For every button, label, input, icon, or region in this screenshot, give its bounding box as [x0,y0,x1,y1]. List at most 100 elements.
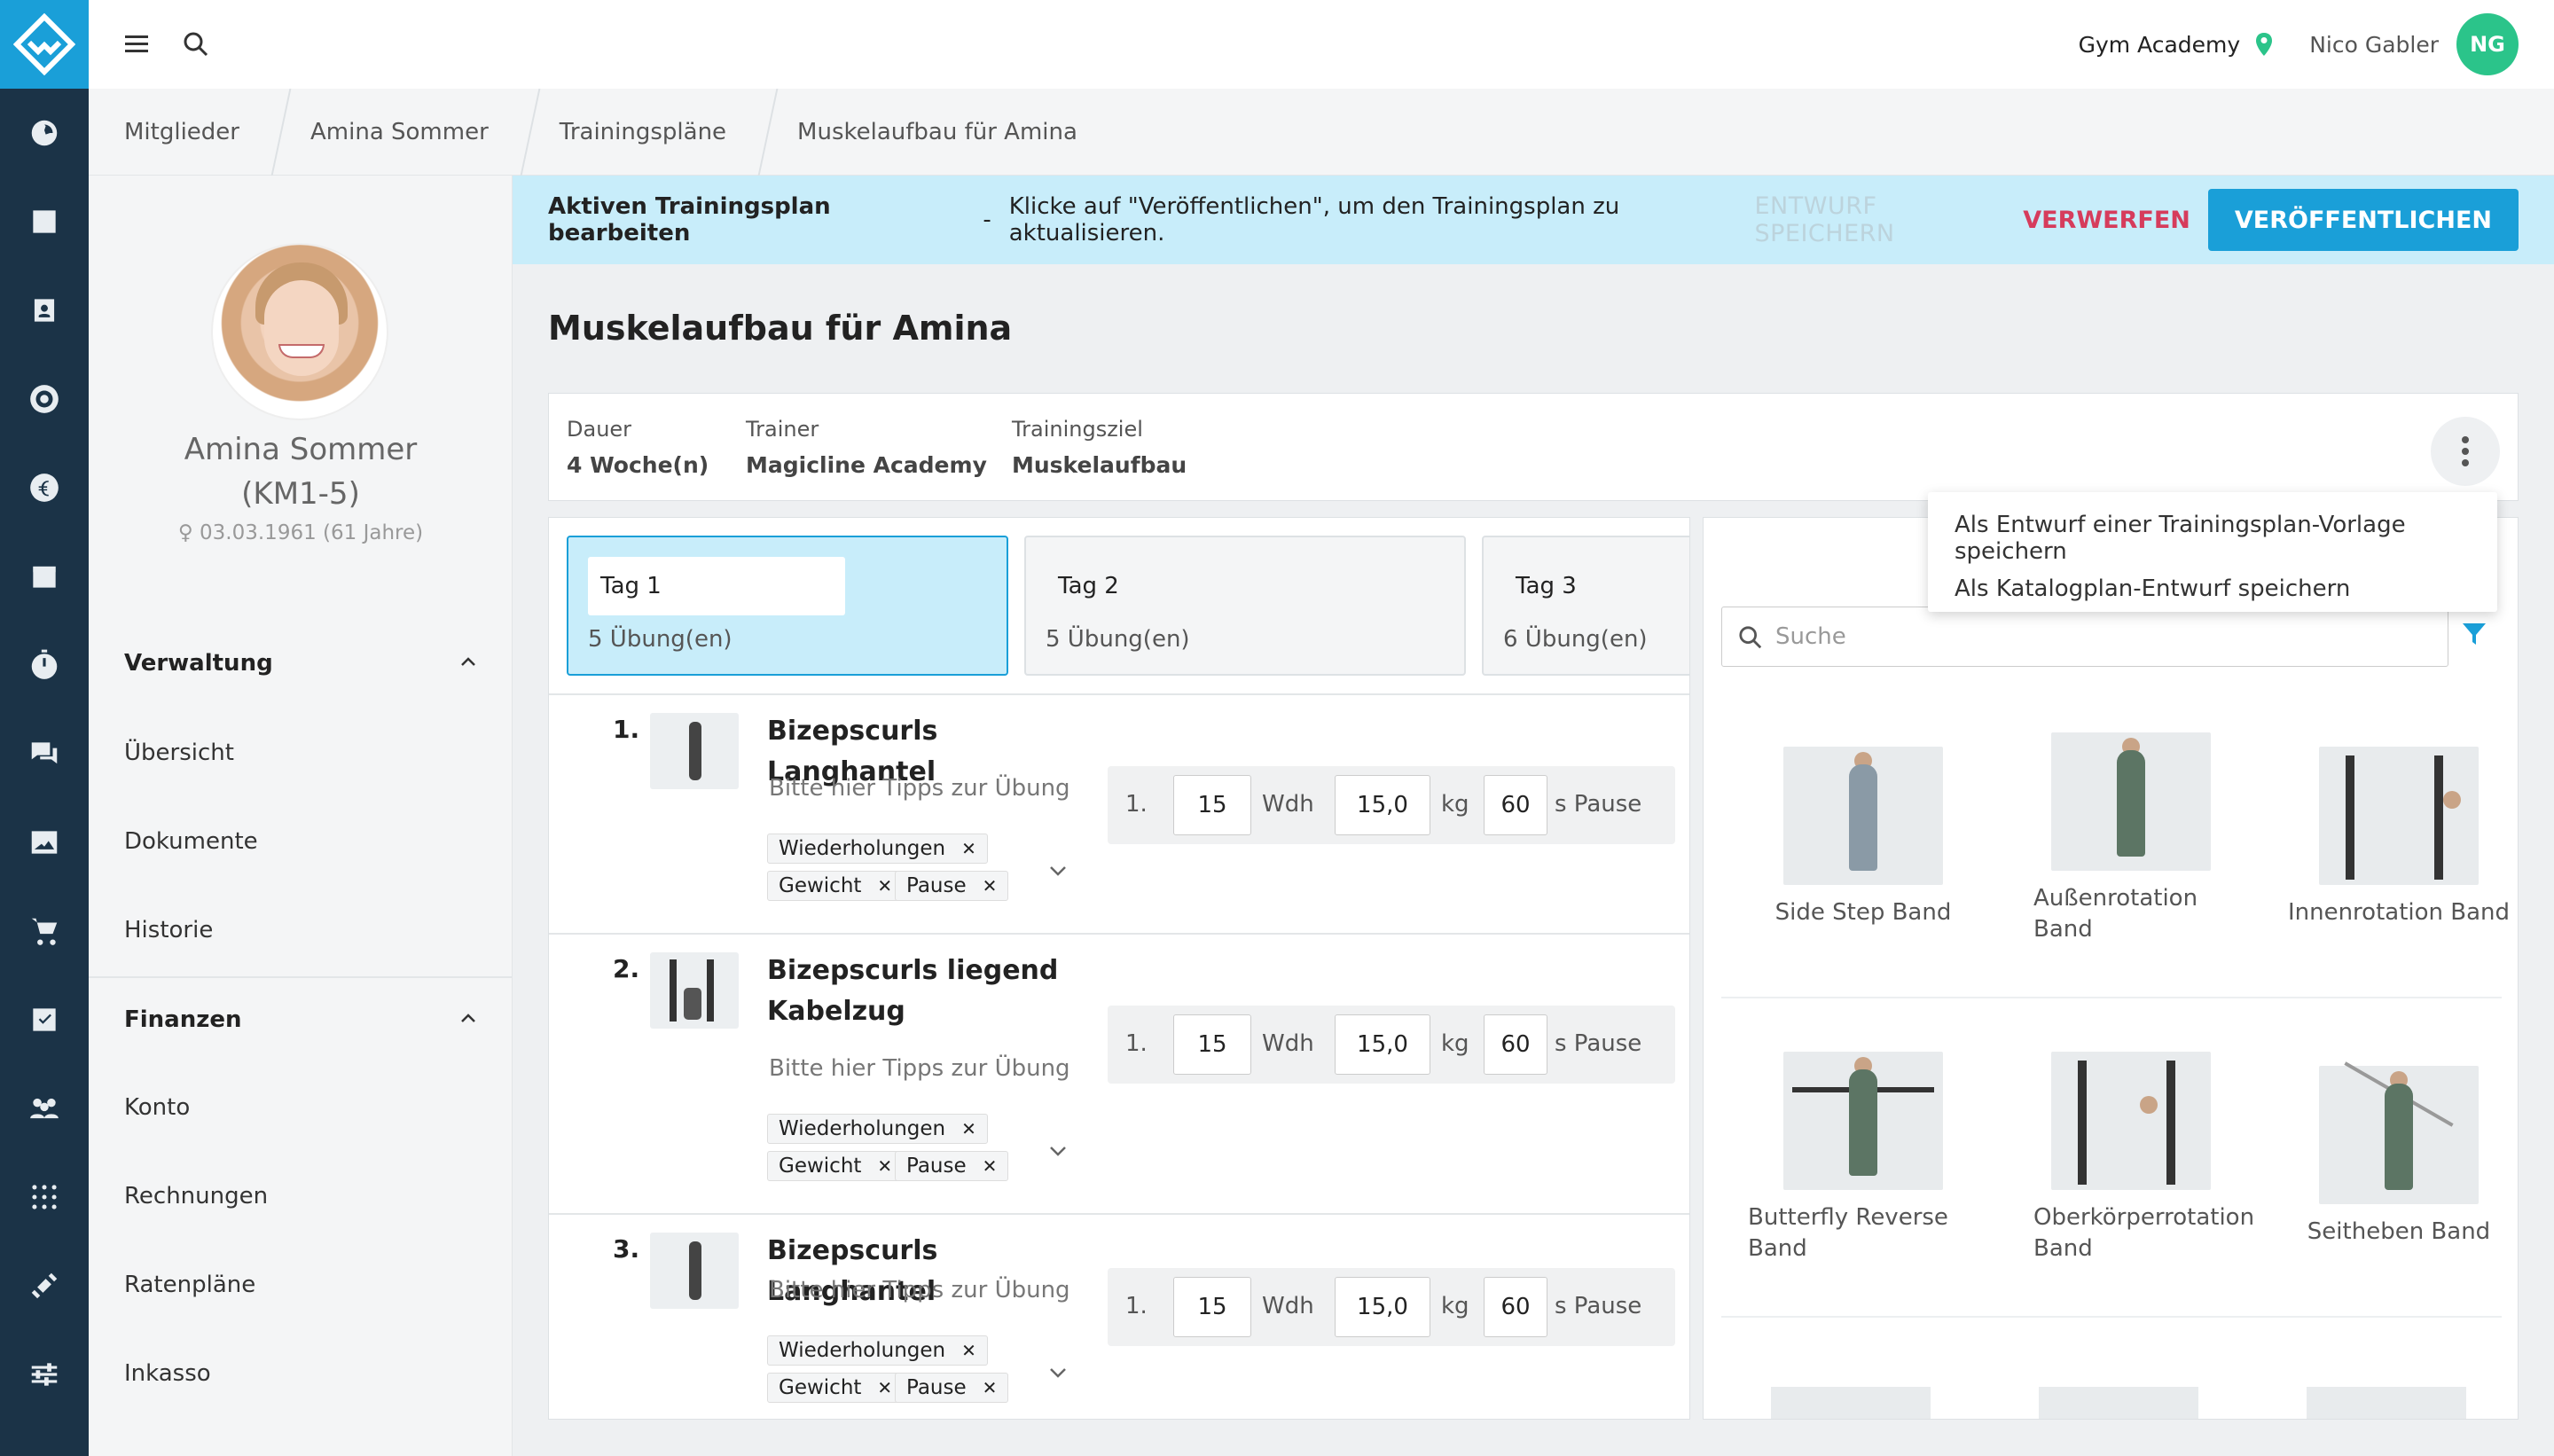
banner-message: Klicke auf "Veröffentlichen", um den Tra… [1008,193,1620,247]
save-draft-button[interactable]: ENTWURF SPEICHERN [1754,192,1996,247]
tag-weight[interactable]: Gewicht ✕ [767,871,905,901]
catalog-search-input[interactable]: Suche [1721,607,2448,667]
pause-input[interactable]: 60 [1484,775,1547,835]
chevron-down-icon[interactable] [1047,860,1069,881]
studio-name[interactable]: Gym Academy [2079,32,2241,58]
reps-unit: Wdh [1262,791,1314,818]
remove-icon[interactable]: ✕ [961,1118,976,1139]
sidebar-item-dokumente[interactable]: Dokumente [124,828,258,855]
filter-icon[interactable] [2461,621,2487,647]
user-avatar[interactable]: NG [2456,13,2519,75]
exercise-thumbnail[interactable] [650,952,739,1029]
remove-icon[interactable]: ✕ [983,1155,998,1177]
calendar-icon[interactable] [0,532,89,621]
chart-icon[interactable] [0,798,89,887]
tag-reps[interactable]: Wiederholungen ✕ [767,1335,988,1366]
publish-button[interactable]: VERÖFFENTLICHEN [2207,189,2519,251]
cart-icon[interactable] [0,887,89,975]
catalog-item-image [2051,1052,2211,1190]
weight-input[interactable]: 15,0 [1335,775,1430,835]
edit-banner: Aktiven Trainingsplan bearbeiten - Klick… [513,176,2554,264]
sidebar-item-ratenplaene[interactable]: Ratenpläne [124,1272,255,1298]
dumbbell-icon[interactable] [0,1241,89,1330]
set-number: 1. [1125,1293,1148,1319]
catalog-item[interactable]: Butterfly Reverse Band [1748,1052,1978,1264]
remove-icon[interactable]: ✕ [983,875,998,896]
weight-input[interactable]: 15,0 [1335,1277,1430,1337]
remove-icon[interactable]: ✕ [961,1340,976,1361]
search-icon [1739,626,1762,649]
exercise-tip[interactable]: Bitte hier Tipps zur Übung [769,775,1070,802]
remove-icon[interactable]: ✕ [877,1155,892,1177]
search-icon[interactable] [174,22,218,67]
discard-button[interactable]: VERWERFEN [2023,207,2190,234]
remove-icon[interactable]: ✕ [877,875,892,896]
exercise-tip[interactable]: Bitte hier Tipps zur Übung [769,1055,1070,1082]
remove-icon[interactable]: ✕ [877,1377,892,1398]
section-finanzen[interactable]: Finanzen [89,993,513,1046]
breadcrumb-members[interactable]: Mitglieder [89,89,275,176]
catalog-item-label: Butterfly Reverse Band [1748,1204,1948,1262]
tab-day-2[interactable]: Tag 2 5 Übung(en) [1024,536,1466,676]
exercise-thumbnail[interactable] [650,1233,739,1309]
catalog-item[interactable]: Oberkörperrotation Band [2016,1052,2254,1264]
exercise-tip[interactable]: Bitte hier Tipps zur Übung [769,1277,1070,1303]
breadcrumb-member[interactable]: Amina Sommer [275,89,524,176]
menu-item-save-template-draft[interactable]: Als Entwurf einer Trainingsplan-Vorlage … [1955,512,2497,565]
weight-input[interactable]: 15,0 [1335,1014,1430,1075]
dashboard-icon[interactable] [0,89,89,177]
menu-icon[interactable] [115,22,160,67]
sidebar-item-rechnungen[interactable]: Rechnungen [124,1183,268,1209]
menu-item-save-catalog-draft[interactable]: Als Katalogplan-Entwurf speichern [1955,575,2350,602]
sidebar-item-uebersicht[interactable]: Übersicht [124,740,234,766]
more-options-button[interactable] [2431,417,2500,486]
catalog-item[interactable]: Side Step Band [1748,747,1978,928]
sidebar-item-konto[interactable]: Konto [124,1094,190,1121]
chevron-down-icon[interactable] [1047,1140,1069,1162]
member-name: Amina Sommer [184,432,418,467]
tag-pause[interactable]: Pause ✕ [895,1151,1009,1181]
breadcrumb-training-plans[interactable]: Trainingspläne [524,89,762,176]
tag-weight[interactable]: Gewicht ✕ [767,1151,905,1181]
catalog-item[interactable]: Außenrotation Band [2016,732,2246,945]
tasks-icon[interactable] [0,975,89,1064]
tab-day-1[interactable]: Tag 1 5 Übung(en) [567,536,1008,676]
timer-icon[interactable] [0,621,89,709]
trainer-label: Trainer [746,417,819,442]
tag-reps[interactable]: Wiederholungen ✕ [767,834,988,864]
day-name-input[interactable]: Tag 1 [588,557,845,615]
app-logo[interactable] [0,0,89,89]
settings-sliders-icon[interactable] [0,1330,89,1419]
tag-pause[interactable]: Pause ✕ [895,871,1009,901]
chevron-down-icon[interactable] [1047,1362,1069,1383]
euro-icon[interactable] [0,443,89,532]
tag-reps[interactable]: Wiederholungen ✕ [767,1114,988,1144]
chat-icon[interactable] [0,709,89,798]
reps-input[interactable]: 15 [1173,775,1251,835]
remove-icon[interactable]: ✕ [983,1377,998,1398]
groups-icon[interactable] [0,1064,89,1153]
section-verwaltung[interactable]: Verwaltung [89,637,513,690]
checkin-icon[interactable] [0,177,89,266]
remove-icon[interactable]: ✕ [961,838,976,859]
catalog-item[interactable]: Innenrotation Band [2284,747,2514,928]
pause-input[interactable]: 60 [1484,1014,1547,1075]
dots-grid-icon[interactable] [0,1153,89,1241]
weight-unit: kg [1441,791,1469,818]
sidebar-item-inkasso[interactable]: Inkasso [124,1360,211,1387]
user-name[interactable]: Nico Gabler [2309,32,2439,58]
tag-weight[interactable]: Gewicht ✕ [767,1373,905,1403]
exercise-number: 1. [613,715,640,744]
sidebar-item-historie[interactable]: Historie [124,917,213,943]
members-icon[interactable] [0,266,89,355]
reps-input[interactable]: 15 [1173,1277,1251,1337]
tag-pause[interactable]: Pause ✕ [895,1373,1009,1403]
tab-day-3[interactable]: Tag 3 6 Übung(en) [1482,536,1689,676]
target-icon[interactable] [0,355,89,443]
pause-input[interactable]: 60 [1484,1277,1547,1337]
member-name-block: Amina Sommer (KM1-5) [89,427,513,516]
exercise-name[interactable]: Bizepscurls liegend Kabelzug [767,951,1104,1032]
reps-input[interactable]: 15 [1173,1014,1251,1075]
exercise-thumbnail[interactable] [650,713,739,789]
catalog-item[interactable]: Seitheben Band [2284,1061,2514,1248]
